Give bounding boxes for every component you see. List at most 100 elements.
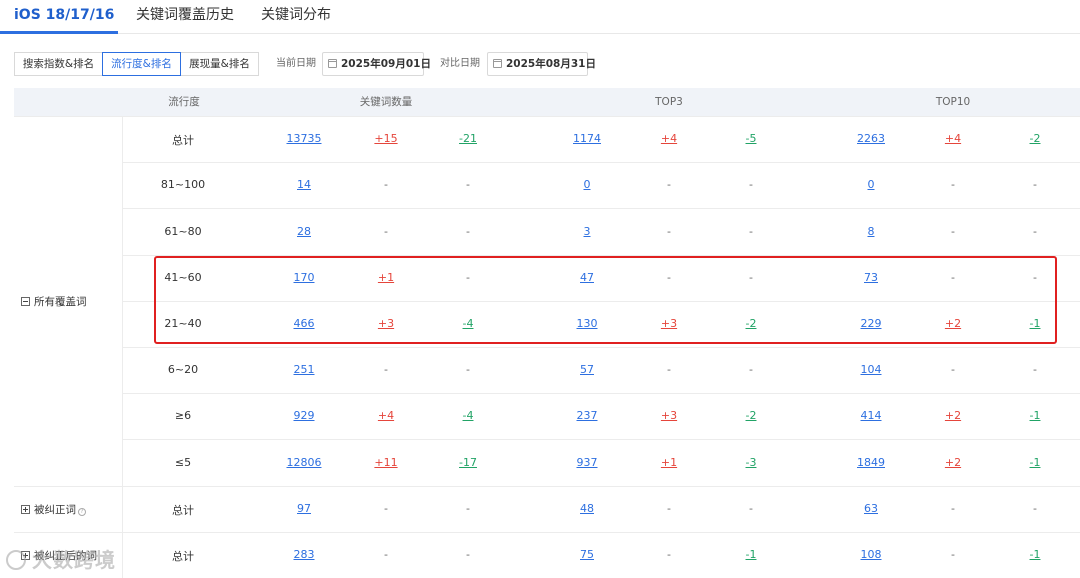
compare-date-picker[interactable]: 2025年08月31日 [487,52,596,76]
row-divider [122,393,1080,395]
top10-decrease[interactable]: -1 [1030,409,1041,422]
top10-decrease[interactable]: -1 [1030,317,1041,330]
keyword-count-link[interactable]: 13735 [287,132,322,145]
tab-ios[interactable]: iOS 18/17/16 [14,5,114,29]
calendar-icon [493,59,502,68]
top3-increase[interactable]: +3 [661,317,677,330]
top10-decrease[interactable]: -2 [1030,132,1041,145]
empty-value: - [466,178,470,192]
keyword-count-link[interactable]: 28 [297,225,311,238]
top3-count-link[interactable]: 57 [580,363,594,376]
top3-increase[interactable]: +4 [661,132,677,145]
top10-count-link[interactable]: 108 [861,548,882,561]
keyword-count-link[interactable]: 251 [294,363,315,376]
keyword-count-link[interactable]: 170 [294,271,315,284]
top3-count-link[interactable]: 937 [577,456,598,469]
top10-increase[interactable]: +2 [945,317,961,330]
empty-value: - [667,363,671,377]
collapse-icon[interactable] [21,296,30,306]
top3-count-link[interactable]: 130 [577,317,598,330]
keyword-count-link[interactable]: 466 [294,317,315,330]
top10-count-link[interactable]: 1849 [857,456,885,469]
keyword-count-decrease[interactable]: -17 [459,456,477,469]
empty-value: - [667,178,671,192]
top3-count-link[interactable]: 237 [577,409,598,422]
top3-decrease[interactable]: -1 [746,548,757,561]
empty-value: - [1033,270,1037,284]
top10-count-link[interactable]: 0 [868,178,875,191]
keyword-count-increase[interactable]: +3 [378,317,394,330]
segment-popularity-rank[interactable]: 流行度&排名 [102,52,181,76]
top3-count-link[interactable]: 75 [580,548,594,561]
empty-value: - [1033,363,1037,377]
top10-count-link[interactable]: 73 [864,271,878,284]
top3-increase[interactable]: +3 [661,409,677,422]
keyword-count-link[interactable]: 12806 [287,456,322,469]
current-date-value: 2025年09月01日 [341,58,431,70]
top3-decrease[interactable]: -3 [746,456,757,469]
top10-count-link[interactable]: 63 [864,502,878,515]
empty-value: - [466,547,470,561]
top3-increase[interactable]: +1 [661,456,677,469]
top10-increase[interactable]: +2 [945,409,961,422]
top10-decrease[interactable]: -1 [1030,548,1041,561]
current-date-label: 当前日期 [276,58,316,69]
calendar-icon [328,59,337,68]
keyword-count-increase[interactable]: +11 [374,456,397,469]
keyword-count-increase[interactable]: +4 [378,409,394,422]
top3-decrease[interactable]: -2 [746,317,757,330]
empty-value: - [466,224,470,238]
empty-value: - [951,178,955,192]
top10-count-link[interactable]: 2263 [857,132,885,145]
segment-impressions-rank[interactable]: 展现量&排名 [180,52,259,76]
empty-value: - [749,270,753,284]
row-label: 81~100 [160,178,206,192]
current-date-picker[interactable]: 2025年09月01日 [322,52,431,76]
empty-value: - [667,270,671,284]
group-corrected-keywords[interactable]: 被纠正词? [21,502,86,517]
keyword-count-decrease[interactable]: -4 [463,409,474,422]
tab-keyword-distribution[interactable]: 关键词分布 [261,5,331,29]
keyword-count-decrease[interactable]: -21 [459,132,477,145]
header-popularity: 流行度 [168,96,200,108]
segment-search-index-rank[interactable]: 搜索指数&排名 [14,52,103,76]
top10-count-link[interactable]: 414 [861,409,882,422]
expand-icon[interactable] [21,504,30,514]
keyword-count-link[interactable]: 283 [294,548,315,561]
top10-increase[interactable]: +2 [945,456,961,469]
empty-value: - [1033,178,1037,192]
group-label-text: 所有覆盖词 [34,295,87,308]
top3-decrease[interactable]: -5 [746,132,757,145]
empty-value: - [466,363,470,377]
help-icon[interactable]: ? [78,507,86,516]
keyword-count-increase[interactable]: +15 [374,132,397,145]
keyword-count-link[interactable]: 929 [294,409,315,422]
group-divider [14,116,1080,117]
watermark-logo-icon [6,550,26,570]
row-label: ≤5 [174,455,192,469]
row-divider [122,347,1080,348]
keyword-count-link[interactable]: 14 [297,178,311,191]
keyword-count-increase[interactable]: +1 [378,271,394,284]
column-divider [122,531,123,578]
row-label: 总计 [172,503,194,517]
top10-count-link[interactable]: 8 [868,225,875,238]
header-top10: TOP10 [935,96,971,108]
empty-value: - [466,501,470,515]
row-label: 总计 [172,549,194,563]
top3-count-link[interactable]: 3 [584,225,591,238]
group-all-covered-keywords[interactable]: 所有覆盖词 [21,294,87,309]
top3-count-link[interactable]: 47 [580,271,594,284]
top3-count-link[interactable]: 48 [580,502,594,515]
top3-decrease[interactable]: -2 [746,409,757,422]
keyword-count-decrease[interactable]: -4 [463,317,474,330]
tab-keyword-coverage-history[interactable]: 关键词覆盖历史 [136,5,234,29]
top3-count-link[interactable]: 1174 [573,132,601,145]
top10-increase[interactable]: +4 [945,132,961,145]
top10-count-link[interactable]: 104 [861,363,882,376]
top10-count-link[interactable]: 229 [861,317,882,330]
column-divider [122,485,123,532]
top10-decrease[interactable]: -1 [1030,456,1041,469]
keyword-count-link[interactable]: 97 [297,502,311,515]
top3-count-link[interactable]: 0 [584,178,591,191]
